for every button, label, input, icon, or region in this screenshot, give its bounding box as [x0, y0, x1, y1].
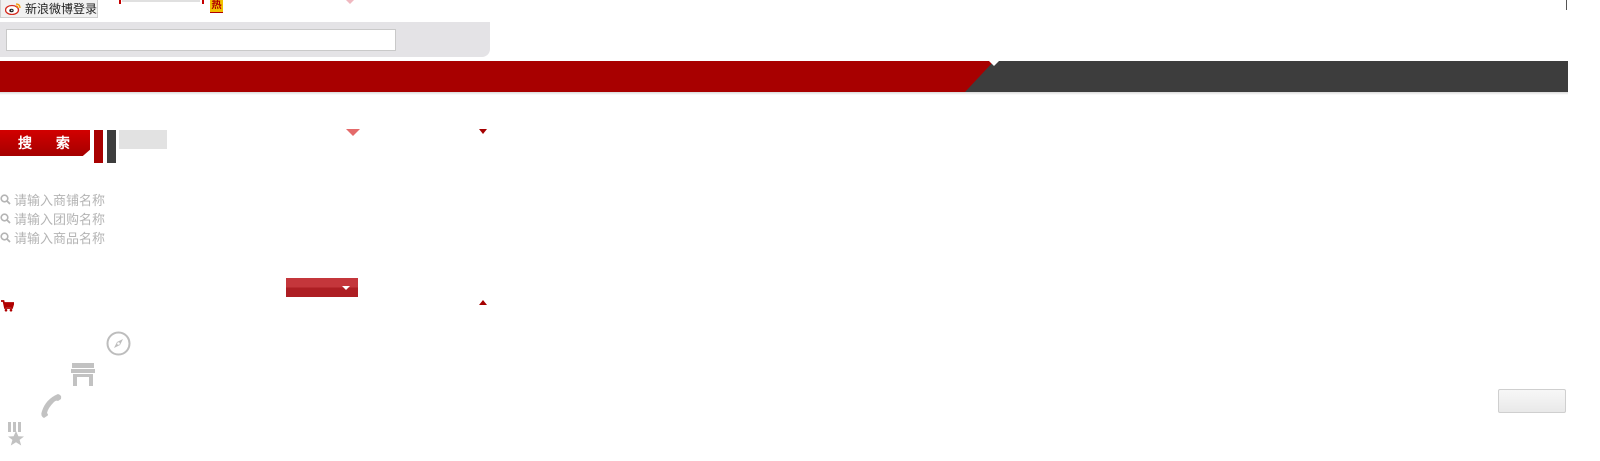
category-bar-red [94, 130, 103, 163]
search-button[interactable]: 搜 索 [0, 130, 90, 156]
hint-shop-name[interactable]: 请输入商铺名称 [0, 190, 105, 208]
weibo-icon [5, 3, 21, 15]
search-tab-alt[interactable] [119, 130, 167, 149]
weibo-login-button[interactable]: 新浪微博登录 [0, 0, 98, 18]
category-bar-dark [107, 130, 116, 163]
hint-product-name[interactable]: 请输入商品名称 [0, 228, 105, 246]
chevron-down-icon [342, 286, 350, 290]
chevron-down-icon[interactable] [479, 129, 487, 134]
shop-icon[interactable] [71, 362, 95, 386]
main-nav-bar [0, 61, 1568, 92]
search-input[interactable] [6, 29, 396, 51]
chevron-up-icon[interactable] [479, 300, 487, 305]
search-bar [0, 22, 490, 57]
search-icon [0, 212, 11, 224]
nav-shadow [0, 92, 1568, 95]
hot-badge: 热 [210, 0, 223, 13]
search-icon [0, 193, 11, 205]
top-divider [202, 0, 204, 4]
hint-groupbuy-name[interactable]: 请输入团购名称 [0, 209, 105, 227]
medal-icon[interactable] [5, 422, 27, 448]
search-icon [0, 231, 11, 243]
hint-label: 请输入团购名称 [14, 211, 106, 227]
top-divider [119, 0, 121, 4]
weibo-login-label: 新浪微博登录 [25, 2, 98, 16]
compass-icon[interactable] [106, 331, 131, 356]
top-tab-fragment[interactable] [122, 0, 200, 2]
hint-label: 请输入商品名称 [14, 230, 106, 246]
window-edge [1566, 0, 1567, 10]
hint-label: 请输入商铺名称 [14, 192, 106, 208]
back-to-top-button[interactable] [1498, 389, 1566, 413]
phone-icon[interactable] [40, 392, 64, 419]
chevron-down-icon [346, 0, 354, 4]
cart-icon[interactable] [1, 299, 14, 312]
chevron-down-icon[interactable] [346, 129, 360, 136]
category-dropdown[interactable] [286, 278, 358, 297]
